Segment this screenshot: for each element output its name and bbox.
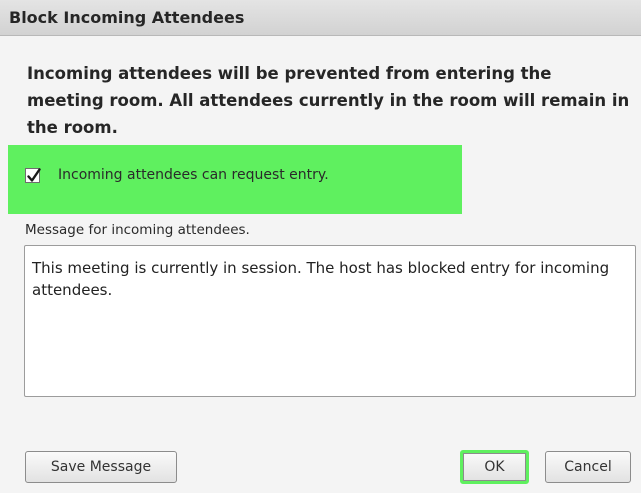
dialog-title: Block Incoming Attendees: [9, 8, 245, 27]
dialog-titlebar[interactable]: Block Incoming Attendees: [0, 0, 641, 36]
cancel-button[interactable]: Cancel: [545, 451, 631, 483]
request-entry-checkbox[interactable]: [25, 168, 41, 183]
intro-text: Incoming attendees will be prevented fro…: [27, 64, 630, 137]
message-field-label: Message for incoming attendees.: [25, 222, 250, 238]
block-incoming-attendees-dialog: Block Incoming Attendees Incoming attend…: [0, 0, 641, 493]
request-entry-label[interactable]: Incoming attendees can request entry.: [58, 167, 329, 183]
save-message-button[interactable]: Save Message: [25, 451, 177, 483]
ok-button[interactable]: OK: [460, 450, 529, 484]
message-textarea[interactable]: This meeting is currently in session. Th…: [24, 245, 636, 397]
checkmark-icon: [27, 168, 41, 182]
